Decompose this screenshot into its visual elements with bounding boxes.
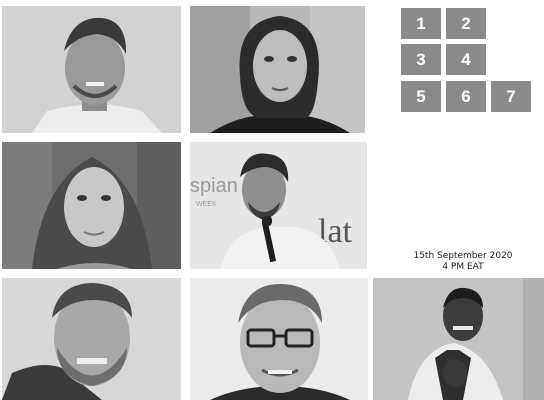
speaker-photo-4: spian WEEK lat bbox=[190, 142, 367, 269]
speaker-photo-1 bbox=[2, 6, 181, 133]
number-tile-3[interactable]: 3 bbox=[401, 44, 441, 75]
number-tile-7[interactable]: 7 bbox=[491, 81, 531, 112]
speaker-photo-7 bbox=[373, 278, 544, 400]
number-tile-2[interactable]: 2 bbox=[446, 8, 486, 39]
number-tile-1[interactable]: 1 bbox=[401, 8, 441, 39]
speaker-photo-5 bbox=[2, 278, 181, 400]
number-tile-5[interactable]: 5 bbox=[401, 81, 441, 112]
speaker-photo-2 bbox=[190, 6, 365, 133]
number-tile-4[interactable]: 4 bbox=[446, 44, 486, 75]
backdrop-text-left-small: WEEK bbox=[196, 201, 217, 208]
speaker-photo-6 bbox=[190, 278, 368, 400]
portrait-woman-long-hair bbox=[2, 142, 181, 269]
backdrop-text-left: spian bbox=[190, 175, 238, 197]
event-schedule: 15th September 2020 4 PM EAT bbox=[402, 251, 524, 273]
portrait-man-glasses bbox=[190, 278, 368, 400]
event-date: 15th September 2020 bbox=[413, 251, 513, 261]
number-tile-6[interactable]: 6 bbox=[446, 81, 486, 112]
portrait-woman-dark-hair bbox=[190, 6, 365, 133]
portrait-man-smiling bbox=[2, 6, 181, 133]
speaker-photo-3 bbox=[2, 142, 181, 269]
portrait-man-vest bbox=[373, 278, 544, 400]
event-time: 4 PM EAT bbox=[442, 262, 484, 272]
portrait-man-with-microphone: spian WEEK lat bbox=[190, 142, 367, 269]
portrait-man-beard bbox=[2, 278, 181, 400]
